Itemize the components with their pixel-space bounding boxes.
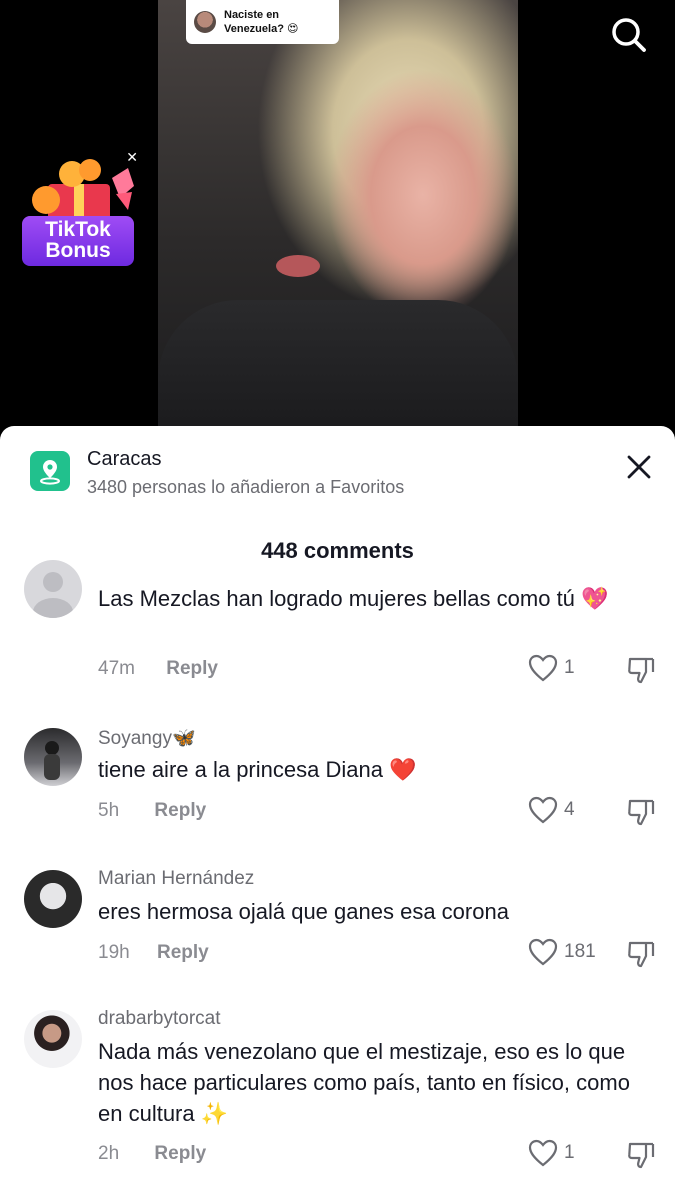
bonus-label-line2: Bonus <box>45 239 111 262</box>
avatar[interactable] <box>24 728 82 786</box>
comment-item: Soyangy🦋 tiene aire a la princesa Diana … <box>0 724 675 844</box>
bonus-label: TikTok Bonus <box>22 216 134 266</box>
avatar[interactable] <box>24 560 82 618</box>
comment-username[interactable]: Soyangy🦋 <box>98 726 196 750</box>
comment-text: tiene aire a la princesa Diana ❤️ <box>98 757 417 782</box>
like-count: 181 <box>564 941 596 962</box>
dislike-button[interactable] <box>626 655 656 685</box>
comment-item: Marian Hernández eres hermosa ojalá que … <box>0 866 675 986</box>
comments-sheet: Caracas 3480 personas lo añadieron a Fav… <box>0 426 675 1200</box>
location-pin-icon <box>30 451 70 491</box>
heart-icon <box>528 1139 558 1167</box>
like-count: 1 <box>564 1142 575 1163</box>
heart-icon <box>528 938 558 966</box>
comment-meta: 19h Reply <box>98 942 209 964</box>
comment-meta: 47m Reply <box>98 658 218 680</box>
comment-meta: 2h Reply <box>98 1143 206 1165</box>
like-button[interactable]: 1 <box>528 1139 575 1167</box>
close-button[interactable] <box>620 448 658 486</box>
comment-username[interactable]: Marian Hernández <box>98 868 254 890</box>
dislike-button[interactable] <box>626 939 656 969</box>
reply-button[interactable]: Reply <box>154 1143 206 1164</box>
heart-icon <box>528 654 558 682</box>
tiktok-bonus-widget[interactable]: ✕ TikTok Bonus <box>14 150 142 270</box>
dislike-icon <box>628 941 655 968</box>
dislike-icon <box>628 799 655 826</box>
comment-meta: 5h Reply <box>98 800 206 822</box>
comment-time: 2h <box>98 1143 120 1164</box>
dislike-button[interactable] <box>626 1140 656 1170</box>
reply-button[interactable]: Reply <box>154 800 206 821</box>
dislike-button[interactable] <box>626 797 656 827</box>
bonus-label-line1: TikTok <box>45 218 111 241</box>
like-button[interactable]: 4 <box>528 796 575 824</box>
sticker-question-text: Naciste en Venezuela? 😍 <box>224 9 299 35</box>
comments-count-title: 448 comments <box>261 538 414 563</box>
comment-text: Nada más venezolano que el mestizaje, es… <box>98 1039 630 1126</box>
comment-item: drabarbytorcat Nada más venezolano que e… <box>0 1006 675 1196</box>
like-button[interactable]: 1 <box>528 654 575 682</box>
comment-time: 5h <box>98 800 120 821</box>
dislike-icon <box>628 657 655 684</box>
location-name: Caracas <box>87 448 162 470</box>
comment-item: Las Mezclas han logrado mujeres bellas c… <box>0 560 675 692</box>
dislike-icon <box>628 1142 655 1169</box>
avatar[interactable] <box>24 1010 82 1068</box>
avatar[interactable] <box>24 870 82 928</box>
close-icon <box>627 455 651 479</box>
video-subject-jacket <box>158 300 518 440</box>
heart-icon <box>528 796 558 824</box>
comment-text: eres hermosa ojalá que ganes esa corona <box>98 899 509 924</box>
like-button[interactable]: 181 <box>528 938 596 966</box>
video-subject-mouth <box>276 255 320 277</box>
search-button[interactable] <box>606 12 650 56</box>
sticker-avatar <box>194 11 216 33</box>
reply-button[interactable]: Reply <box>166 658 218 679</box>
video-player[interactable]: Naciste en Venezuela? 😍 ✕ TikTok Bonus <box>0 0 675 440</box>
comment-text: Las Mezclas han logrado mujeres bellas c… <box>98 586 609 611</box>
question-sticker[interactable]: Naciste en Venezuela? 😍 <box>186 0 339 44</box>
reply-button[interactable]: Reply <box>157 942 209 963</box>
search-icon <box>612 18 646 52</box>
location-row[interactable]: Caracas 3480 personas lo añadieron a Fav… <box>0 426 675 516</box>
video-frame <box>158 0 518 440</box>
comment-time: 47m <box>98 658 135 679</box>
like-count: 4 <box>564 799 575 820</box>
comment-username[interactable]: drabarbytorcat <box>98 1008 221 1030</box>
like-count: 1 <box>564 657 575 678</box>
comment-time: 19h <box>98 942 130 963</box>
location-favorites-count: 3480 personas lo añadieron a Favoritos <box>87 477 405 497</box>
